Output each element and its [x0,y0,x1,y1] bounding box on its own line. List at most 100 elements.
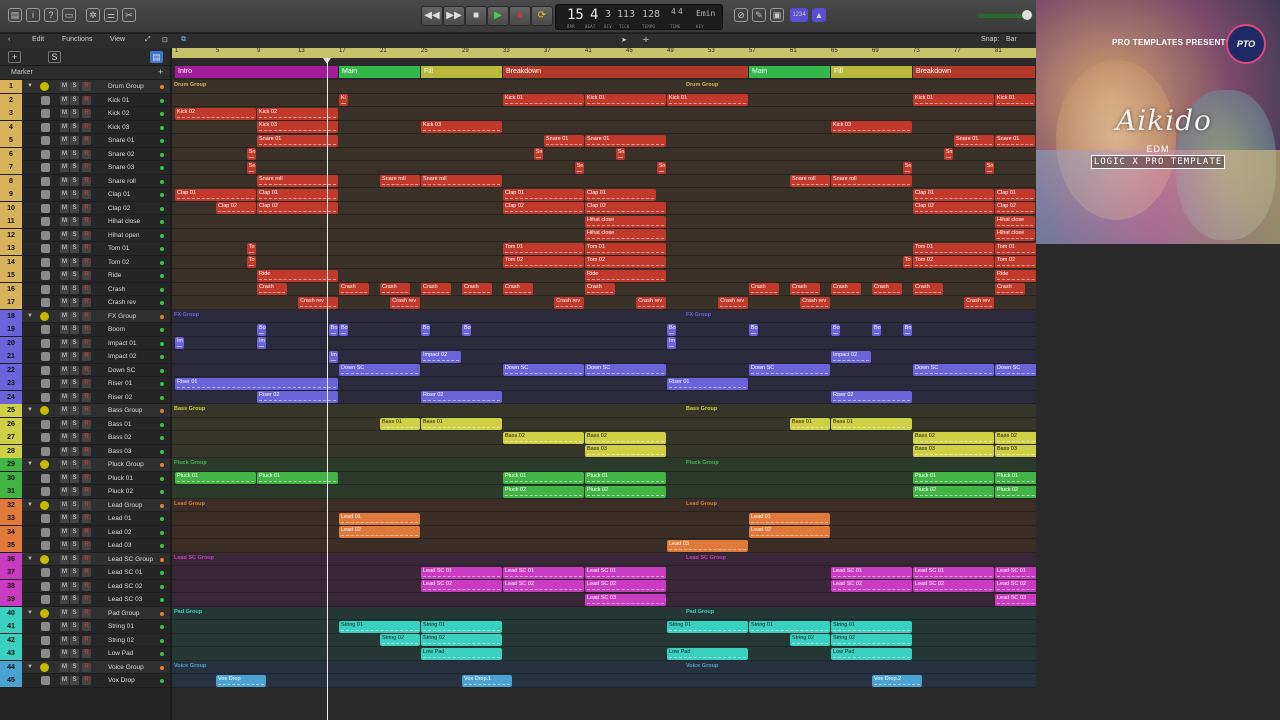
solo-button[interactable]: S [70,271,79,280]
track-header-riser-02[interactable]: 24 M S R Riser 02 [0,390,170,404]
mute-button[interactable]: M [60,595,69,604]
track-name[interactable]: Clap 02 [108,205,130,212]
track-lane[interactable]: Lead GroupLead GroupLead Group [172,498,1036,512]
mute-button[interactable]: M [60,635,69,645]
record-enable-button[interactable]: R [82,190,91,199]
track-name[interactable]: Hihat open [108,232,139,239]
region[interactable]: Bo [421,323,431,336]
region[interactable]: Hihat close [995,229,1035,241]
solo-button[interactable]: S [70,257,79,267]
solo-button[interactable]: S [70,460,79,469]
region[interactable]: Pluck 02 [913,485,994,498]
track-name[interactable]: String 02 [108,637,134,644]
record-enable-button[interactable]: R [82,676,91,685]
track-header-fx-group[interactable]: 18 ▼ M S R FX Group [0,309,170,323]
region[interactable]: Lead SC 02 [503,580,584,592]
region[interactable]: String 01 [831,620,912,633]
disclosure-triangle-icon[interactable]: ▼ [27,664,33,670]
region[interactable]: Snare 01 [257,134,338,147]
solo-button[interactable]: S [70,176,79,186]
region[interactable]: Pluck 02 [995,485,1036,498]
region[interactable]: To [902,256,912,268]
solo-button[interactable]: S [70,635,79,645]
region[interactable]: Sn [246,148,256,160]
record-enable-button[interactable]: R [82,217,91,226]
track-name[interactable]: Pluck 02 [108,488,133,495]
region[interactable]: Down SC [339,364,420,376]
pencil-icon[interactable]: ✎ [752,8,766,22]
record-button[interactable]: ● [509,6,531,26]
record-enable-button[interactable]: R [82,176,91,186]
view-menu[interactable]: View [110,36,125,43]
region[interactable]: Pluck 02 [585,485,666,498]
record-enable-button[interactable]: R [82,662,91,672]
record-enable-button[interactable]: R [82,487,91,496]
track-name[interactable]: Lead SC 02 [108,583,142,590]
track-header-low-pad[interactable]: 43 M S R Low Pad [0,647,170,661]
forward-button[interactable]: ▶▶ [443,6,465,26]
marker-intro[interactable]: Intro [175,66,338,78]
record-enable-button[interactable]: R [82,298,91,307]
region[interactable]: String 02 [790,634,830,646]
track-header-bass-02[interactable]: 27 M S R Bass 02 [0,431,170,445]
help-icon[interactable]: ? [44,8,58,22]
record-enable-button[interactable]: R [82,338,91,348]
region[interactable]: Crash rev [800,296,830,309]
solo-button[interactable]: S [70,662,79,672]
solo-button[interactable]: S [70,230,79,240]
solo-button[interactable]: S [70,406,79,415]
record-enable-button[interactable]: R [82,365,91,375]
region[interactable]: Clap 02 [585,202,666,214]
region[interactable]: Hihat close [585,215,666,228]
track-name[interactable]: Kick 03 [108,124,129,131]
region[interactable]: Ride [995,269,1036,282]
flex-icon[interactable]: ⧉ [181,36,186,44]
mute-button[interactable]: M [60,203,69,213]
region[interactable]: Im [257,337,267,349]
region[interactable]: Crash rev [390,296,420,309]
record-enable-button[interactable]: R [82,352,91,361]
back-icon[interactable]: ‹ [8,36,10,43]
solo-button[interactable]: S [70,379,79,388]
region[interactable]: String 02 [380,634,420,646]
region[interactable]: Impact 02 [831,350,871,363]
region[interactable]: Kick 02 [175,107,256,120]
marker-breakdown[interactable]: Breakdown [503,66,748,78]
record-enable-button[interactable]: R [82,109,91,118]
track-header-tom-01[interactable]: 13 M S R Tom 01 [0,242,170,256]
region[interactable]: Clap 02 [216,202,256,214]
track-header-pluck-01[interactable]: 30 M S R Pluck 01 [0,471,170,485]
solo-button[interactable]: S [70,446,79,456]
midi-in-icon[interactable]: ⊡ [162,36,168,44]
region[interactable]: String 01 [749,620,830,633]
region[interactable]: Lead 01 [749,512,830,525]
region[interactable]: Crash [462,283,492,295]
record-enable-button[interactable]: R [82,446,91,456]
region[interactable]: Down SC [749,364,830,376]
track-lane[interactable] [172,539,1036,553]
region[interactable]: Vox Drop.1 [462,674,513,687]
region[interactable]: Crash rev [964,296,994,309]
mute-button[interactable]: M [60,230,69,240]
marker-breakdown[interactable]: Breakdown [913,66,1035,78]
track-header-kick-01[interactable]: 2 M S R Kick 01 [0,93,170,107]
play-button[interactable]: ▶ [487,6,509,26]
edit-menu[interactable]: Edit [32,36,44,43]
region[interactable]: Crash [749,283,779,295]
track-name[interactable]: Boom [108,326,125,333]
mute-button[interactable]: M [60,500,69,510]
region[interactable]: Crash [790,283,820,295]
region[interactable]: Clap 01 [257,188,338,201]
region[interactable]: Im [175,337,185,349]
region[interactable]: Tom 01 [585,242,666,255]
region[interactable]: Snare roll [380,175,420,187]
low-latency-icon[interactable]: ⊘ [734,8,748,22]
region[interactable]: Bo [339,323,349,336]
solo-button[interactable]: S [70,649,79,658]
region[interactable]: Bass 03 [995,445,1036,457]
solo-button[interactable]: S [70,527,79,537]
region[interactable]: Lead SC 03 [585,593,666,606]
track-lane[interactable]: Pad GroupPad GroupPad Group [172,606,1036,620]
mute-button[interactable]: M [60,257,69,267]
region[interactable]: Crash [503,283,533,295]
